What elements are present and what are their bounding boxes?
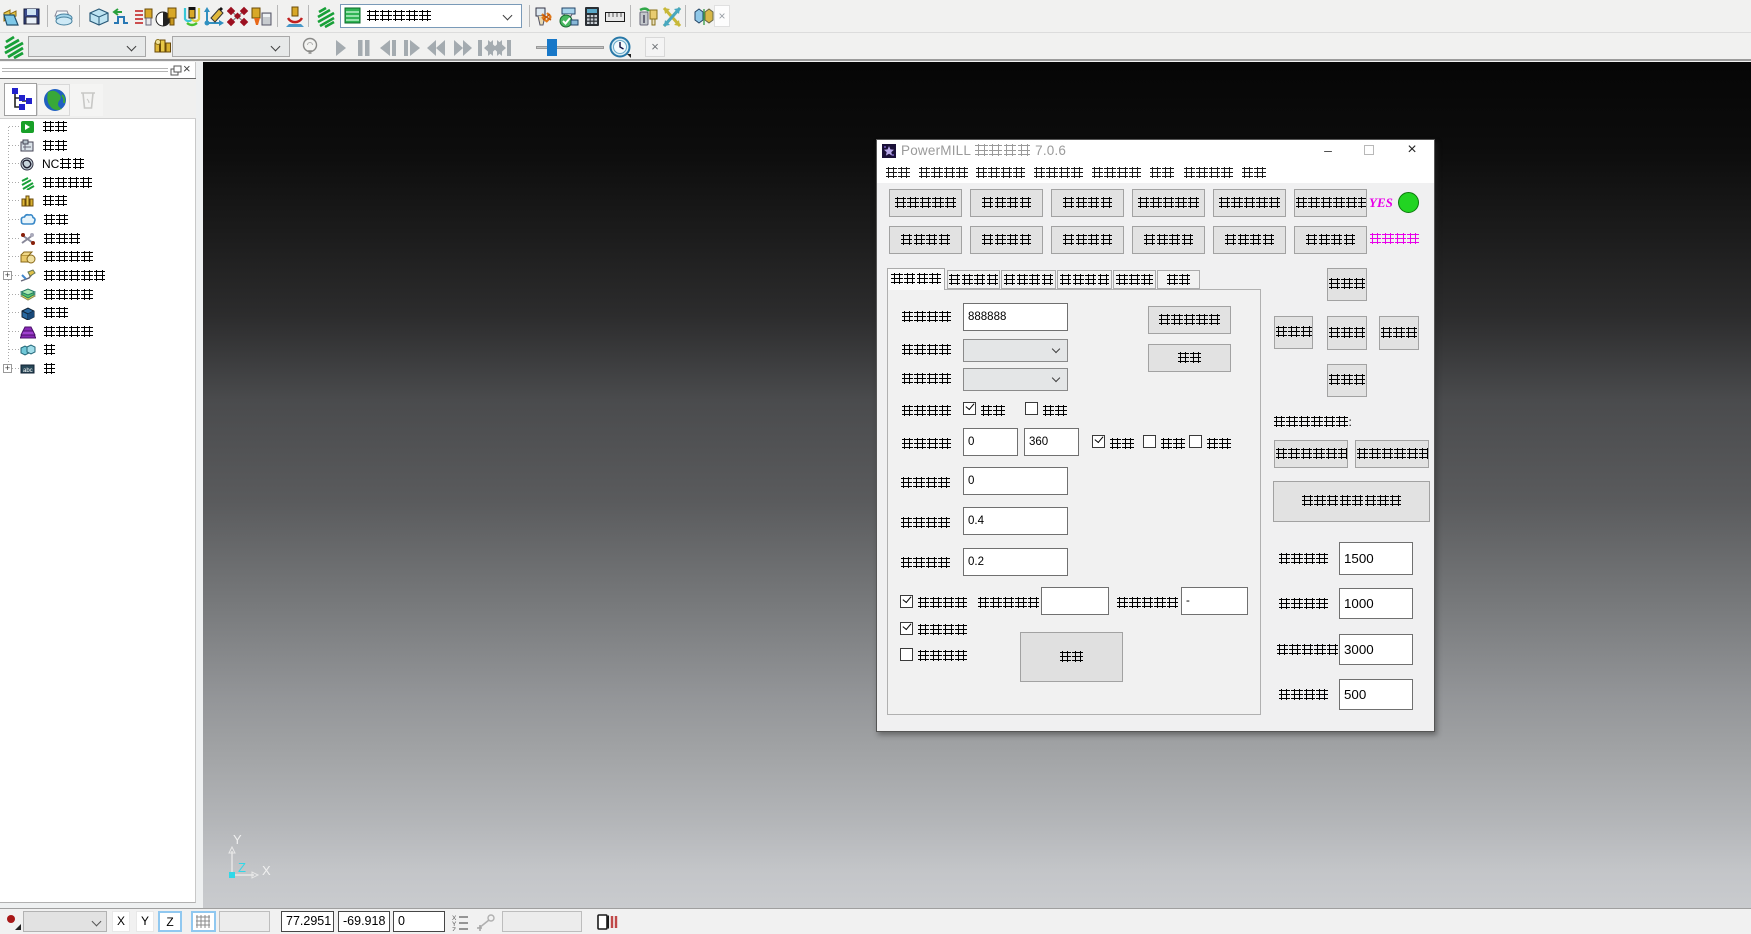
svg-text:Y: Y <box>233 832 242 847</box>
svg-text:Z: Z <box>452 927 456 931</box>
svg-text:Z: Z <box>238 860 246 875</box>
svg-text:abc: abc <box>23 368 33 374</box>
svg-text:X: X <box>262 863 271 878</box>
